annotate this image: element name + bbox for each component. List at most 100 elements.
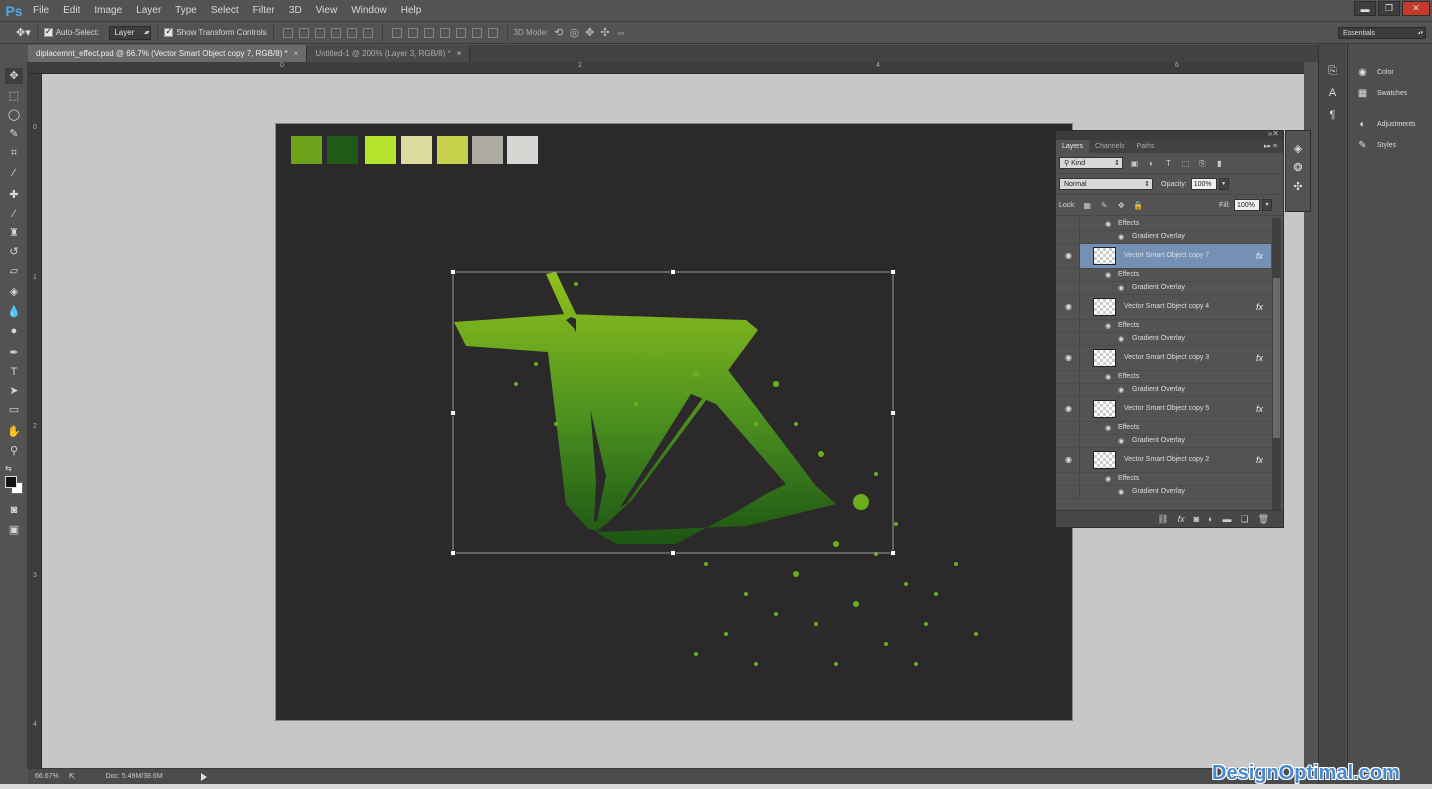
auto-select-checkbox[interactable] [43, 26, 53, 37]
layer-fx-icon[interactable]: fx [1256, 353, 1263, 363]
type-tool-icon[interactable]: T [5, 364, 23, 380]
filter-kind-dropdown[interactable]: ⚲ Kind [1059, 157, 1123, 170]
brush-tool-icon[interactable]: ∕ [5, 206, 23, 222]
dock-item-styles[interactable]: ✎ Styles [1348, 135, 1432, 156]
layer-row-copy-5[interactable]: ◉ Vector Smart Object copy 5 fx [1056, 397, 1271, 422]
pen-tool-icon[interactable]: ✒ [5, 345, 23, 361]
menu-select[interactable]: Select [204, 0, 246, 22]
effects-visibility-icon[interactable]: ◉ [1105, 220, 1111, 228]
layer-visibility-icon[interactable]: ◉ [1063, 251, 1074, 261]
blur-tool-icon[interactable]: 💧 [5, 304, 23, 320]
layer-fx-icon[interactable]: fx [1256, 404, 1263, 414]
align-right-icon[interactable] [362, 27, 373, 38]
crop-tool-icon[interactable]: ⌗ [5, 145, 23, 161]
close-tab-icon[interactable]: × [294, 49, 299, 58]
lock-pixels-icon[interactable]: ✎ [1099, 200, 1110, 211]
effects-visibility-icon[interactable]: ◉ [1105, 271, 1111, 279]
minimize-button[interactable]: ▬ [1354, 1, 1376, 16]
menu-window[interactable]: Window [344, 0, 394, 22]
status-menu-arrow-icon[interactable] [200, 772, 207, 781]
history-brush-tool-icon[interactable]: ↺ [5, 244, 23, 260]
effect-row[interactable]: ◉ Gradient Overlay [1056, 486, 1271, 499]
lasso-tool-icon[interactable]: ◯ [5, 107, 23, 123]
filter-toggle-icon[interactable]: ▮ [1214, 158, 1225, 169]
zoom-tool-icon[interactable]: ⚲ [5, 443, 23, 459]
document-canvas[interactable] [276, 124, 1072, 720]
healing-brush-tool-icon[interactable]: ✚ [5, 187, 23, 203]
show-transform-checkbox[interactable] [164, 26, 174, 37]
effects-visibility-icon[interactable]: ◉ [1105, 373, 1111, 381]
auto-select-target-dropdown[interactable]: Layer [109, 25, 152, 40]
add-style-icon[interactable]: fx [1178, 514, 1185, 524]
zoom-level[interactable]: 66.67% [35, 773, 59, 780]
effect-visibility-icon[interactable]: ◉ [1118, 233, 1124, 241]
align-left-icon[interactable] [330, 27, 341, 38]
panel-menu-icon[interactable]: ▸▸ ≡ [1264, 140, 1277, 153]
layer-visibility-icon[interactable]: ◉ [1063, 404, 1074, 414]
delete-layer-icon[interactable]: 🗑 [1258, 514, 1269, 525]
menu-view[interactable]: View [309, 0, 345, 22]
export-icon[interactable]: ⇱ [69, 772, 76, 781]
effect-visibility-icon[interactable]: ◉ [1118, 386, 1124, 394]
rectangle-tool-icon[interactable]: ▭ [5, 402, 23, 418]
effects-row[interactable]: ◉ Effects [1056, 422, 1271, 435]
layer-fx-icon[interactable]: fx [1256, 251, 1263, 261]
close-tab-icon[interactable]: × [457, 49, 462, 58]
lock-transparency-icon[interactable]: ▦ [1082, 200, 1093, 211]
menu-type[interactable]: Type [168, 0, 204, 22]
dock-item-color[interactable]: ◉ Color [1348, 62, 1432, 83]
effects-visibility-icon[interactable]: ◉ [1105, 322, 1111, 330]
layer-row-copy-3[interactable]: ◉ Vector Smart Object copy 3 fx [1056, 346, 1271, 371]
path-select-tool-icon[interactable]: ➤ [5, 383, 23, 399]
effects-row[interactable]: ◉ Effects [1056, 320, 1271, 333]
filter-type-icon[interactable]: T [1163, 158, 1174, 169]
scrollbar-thumb[interactable] [1273, 278, 1280, 438]
effect-visibility-icon[interactable]: ◉ [1118, 437, 1124, 445]
effects-row[interactable]: ◉ Effects [1056, 269, 1271, 282]
filter-shape-icon[interactable]: ⬚ [1180, 158, 1191, 169]
effect-visibility-icon[interactable]: ◉ [1118, 284, 1124, 292]
auto-align-icon[interactable] [487, 27, 498, 38]
filter-smart-object-icon[interactable]: ⎘ [1197, 158, 1208, 169]
dock-item-adjustments[interactable]: ◐ Adjustments [1348, 114, 1432, 135]
paint-bucket-tool-icon[interactable]: ◈ [5, 284, 23, 300]
effect-row[interactable]: ◉ Gradient Overlay [1056, 231, 1271, 244]
new-layer-icon[interactable]: ❏ [1240, 514, 1248, 525]
screen-mode-icon[interactable]: ▣ [5, 522, 23, 538]
effects-visibility-icon[interactable]: ◉ [1105, 424, 1111, 432]
distribute-bottom-icon[interactable] [423, 27, 434, 38]
layers-scrollbar[interactable] [1272, 218, 1281, 510]
link-layers-icon[interactable]: ⛓ [1157, 514, 1168, 525]
tab-paths[interactable]: Paths [1131, 140, 1161, 153]
opacity-input[interactable]: 100% [1190, 178, 1217, 190]
effect-row[interactable]: ◉ Gradient Overlay [1056, 435, 1271, 448]
move-tool-preset-icon[interactable]: ✥▾ [16, 26, 31, 39]
layer-fx-icon[interactable]: fx [1256, 302, 1263, 312]
quick-mask-icon[interactable]: ◙ [5, 502, 23, 518]
layer-row-copy-4[interactable]: ◉ Vector Smart Object copy 4 fx [1056, 295, 1271, 320]
tab-layers[interactable]: Layers [1056, 140, 1090, 153]
menu-filter[interactable]: Filter [246, 0, 282, 22]
tab-channels[interactable]: Channels [1089, 140, 1131, 153]
blend-mode-dropdown[interactable]: Normal [1059, 178, 1153, 191]
new-group-icon[interactable]: ▬ [1222, 514, 1231, 524]
filter-pixel-icon[interactable]: ▣ [1129, 158, 1140, 169]
lock-all-icon[interactable]: 🔒 [1133, 200, 1144, 211]
lock-position-icon[interactable]: ✥ [1116, 200, 1127, 211]
menu-layer[interactable]: Layer [129, 0, 168, 22]
workspace-dropdown[interactable]: Essentials [1338, 27, 1426, 39]
channels-panel-icon[interactable]: ❂ [1289, 160, 1307, 176]
layers-panel-icon[interactable]: ◈ [1289, 141, 1307, 157]
paths-panel-icon[interactable]: ✣ [1289, 179, 1307, 195]
distribute-left-icon[interactable] [439, 27, 450, 38]
effect-row[interactable]: ◉ Gradient Overlay [1056, 384, 1271, 397]
history-panel-icon[interactable]: ⎘ [1322, 62, 1344, 80]
dock-item-swatches[interactable]: ▦ Swatches [1348, 83, 1432, 104]
layer-row-copy-7[interactable]: ◉ Vector Smart Object copy 7 fx [1056, 244, 1271, 269]
paragraph-panel-icon[interactable]: ¶ [1322, 106, 1344, 124]
layer-fx-icon[interactable]: fx [1256, 455, 1263, 465]
effects-row[interactable]: ◉ Effects [1056, 371, 1271, 384]
menu-file[interactable]: File [26, 0, 56, 22]
filter-adjustment-icon[interactable]: ◐ [1146, 158, 1157, 169]
tab-untitled-1[interactable]: Untitled-1 @ 200% (Layer 3, RGB/8) * × [307, 45, 471, 62]
